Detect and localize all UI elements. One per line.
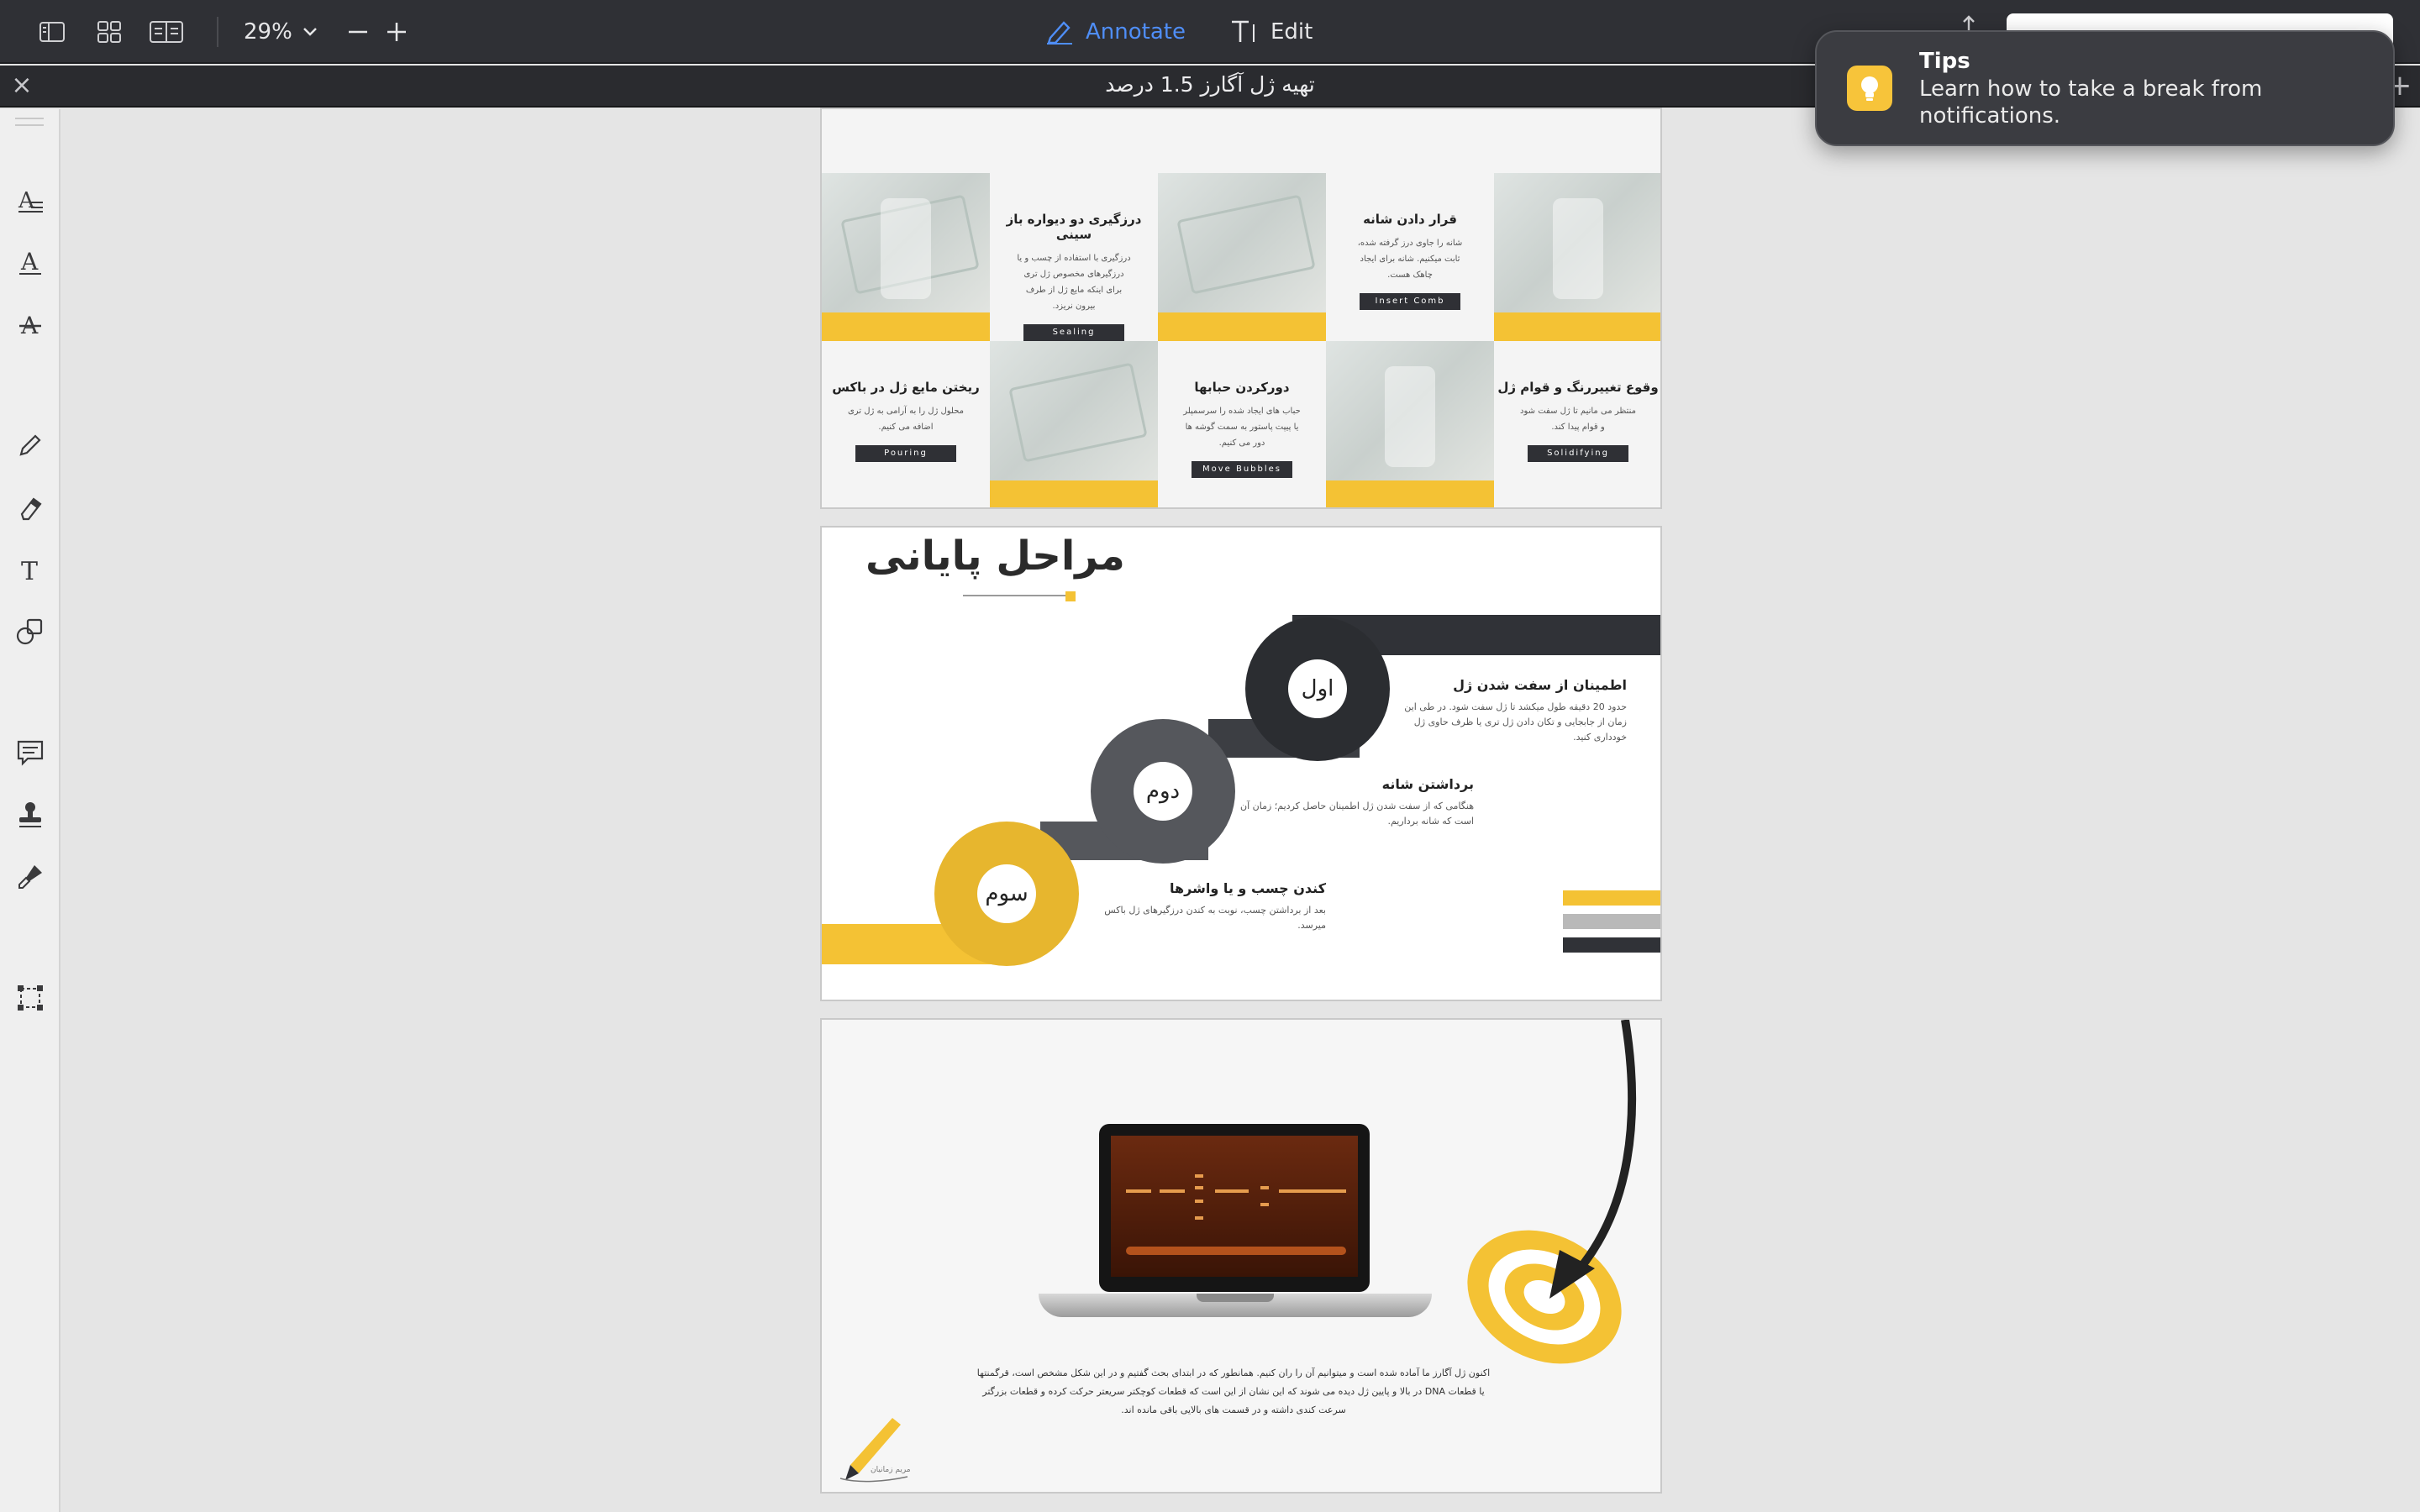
step-number: دوم [1134,762,1192,821]
step-description-1: اطمینان از سفت شدن ژل حدود 20 دقیقه طول … [1402,677,1627,745]
step-tag: Sealing [1023,324,1124,341]
chevron-down-icon[interactable] [302,27,318,37]
thumbnail-grid-icon[interactable] [92,15,126,49]
step-description-2: برداشتن شانه هنگامی که از سفت شدن ژل اطم… [1234,776,1474,829]
toolbar-separator [217,17,218,47]
pdf-page-1[interactable]: درزگیری دو دیواره باز سینی درزگیری با اس… [820,108,1662,509]
step-title: اطمینان از سفت شدن ژل [1453,677,1627,693]
step-body: محلول ژل را به آرامی به ژل تری اضافه می … [847,407,965,432]
text-edit-icon [1232,20,1255,42]
page-paragraph: اکنون ژل آگارز ما آماده شده است و میتوان… [976,1368,1491,1415]
annotation-tool-rail: A A A T [0,109,60,1512]
step-card-solidifying: وقوع تغییررنگ و قوام ژل منتظر می مانیم ت… [1494,341,1660,507]
step-card-move-bubbles: دورکردن حبابها حباب های ایجاد شده را سرس… [1158,341,1326,507]
sidebar-toggle-icon[interactable] [35,15,69,49]
edit-button[interactable]: Edit [1230,15,1313,49]
step-body: حدود 20 دقیقه طول میکشد تا ژل سفت شود. د… [1404,701,1627,743]
signature-text: مریم زمانیان [871,1466,911,1474]
step-tag: Solidifying [1528,445,1628,462]
step-ring-1: اول [1245,617,1390,761]
photo-cell [1494,173,1660,341]
lightbulb-icon [1847,66,1892,111]
title-underline [963,595,1072,596]
underline-text-icon[interactable]: A [12,244,49,281]
notification-body: Learn how to take a break from notificat… [1919,76,2263,129]
signature-pen-icon[interactable] [12,858,49,895]
photo-cell [1326,341,1494,507]
edit-label: Edit [1270,19,1313,45]
target-arrow-illustration [1467,1020,1637,1364]
step-tag: Insert Comb [1360,293,1460,310]
photo-cell [1158,173,1326,341]
step-tag: Move Bubbles [1192,461,1292,478]
step-tag: Pouring [855,445,956,462]
zoom-control[interactable]: 29% [244,15,318,49]
signature-logo: مریم زمانیان [834,1406,914,1487]
page-title: مراحل پایانی [865,533,1125,580]
step-ring-3: سوم [934,822,1079,966]
step-title: برداشتن شانه [1381,776,1474,792]
document-title: تهیه ژل آگارز 1.5 درصد [1105,72,1315,97]
step-body: درزگیری با استفاده از چسب و یا درزگیرهای… [1017,254,1131,311]
text-tool-icon[interactable]: T [12,551,49,588]
step-title: کندن چسب و یا واشرها [1170,880,1326,896]
laptop-notch [1197,1294,1274,1302]
selection-tool-icon[interactable] [12,979,49,1016]
step-card-insert-comb: قرار دادن شانه شانه را جاوی درز گرفته شد… [1326,173,1494,341]
step-title: درزگیری دو دیواره باز سینی [1006,212,1142,242]
step-description-3: کندن چسب و یا واشرها بعد از برداشتن چسب،… [1082,880,1326,933]
text-highlight-icon[interactable]: A [12,181,49,218]
step-number: سوم [977,864,1036,923]
svg-text:T: T [21,557,38,583]
step-title: وقوع تغییررنگ و قوام ژل [1497,380,1659,395]
shapes-icon[interactable] [12,613,49,650]
annotate-label: Annotate [1086,19,1186,45]
strikethrough-text-icon[interactable]: A [12,306,49,343]
step-body: شانه را جاوی درز گرفته شده، ثابت میکنیم.… [1357,239,1463,280]
step-body: هنگامی که از سفت شدن ژل اطمینان حاصل کرد… [1240,801,1474,827]
decorative-bars [1563,890,1660,961]
eraser-icon[interactable] [12,489,49,526]
step-body: حباب های ایجاد شده را سرسمپلر یا پیپت پا… [1183,407,1301,448]
step-title: دورکردن حبابها [1194,380,1290,395]
minus-icon [349,30,367,34]
annotate-button[interactable]: Annotate [1045,15,1186,49]
photo-cell [822,173,990,341]
zoom-in-button[interactable] [381,15,412,49]
svg-text:A: A [18,188,35,213]
step-body: بعد از برداشتن چسب، نوبت به کندن درزگیره… [1104,905,1326,931]
photo-cell [990,341,1158,507]
close-icon[interactable]: × [10,73,34,98]
reading-mode-icon[interactable] [148,15,185,49]
pencil-icon[interactable] [12,427,49,464]
step-body: منتظر می مانیم تا ژل سفت شود و قوام پیدا… [1520,407,1636,432]
rail-grip[interactable] [15,118,44,126]
step-card-pouring: ریختن مایع ژل در باکس محلول ژل را به آرا… [822,341,990,507]
step-card-sealing: درزگیری دو دیواره باز سینی درزگیری با اس… [990,173,1158,341]
gel-image [1111,1136,1358,1277]
svg-text:A: A [20,248,39,276]
notification-title: Tips [1919,49,1970,74]
step-title: قرار دادن شانه [1363,212,1457,227]
title-accent-square [1065,591,1076,601]
pdf-page-3[interactable]: اکنون ژل آگارز ما آماده شده است و میتوان… [820,1018,1662,1494]
tips-notification[interactable]: Tips Learn how to take a break from noti… [1815,30,2395,146]
zoom-out-button[interactable] [343,15,373,49]
comment-icon[interactable] [12,734,49,771]
stamp-icon[interactable] [12,796,49,833]
step-number: اول [1288,659,1347,718]
zoom-level: 29% [244,19,292,45]
step-ring-2: دوم [1091,719,1235,864]
pen-icon [1047,21,1072,45]
laptop-illustration [1099,1124,1370,1292]
pdf-page-2[interactable]: مراحل پایانی اول دوم سوم اطمینان از سفت … [820,526,1662,1001]
step-title: ریختن مایع ژل در باکس [832,380,980,395]
plus-icon [387,23,406,41]
